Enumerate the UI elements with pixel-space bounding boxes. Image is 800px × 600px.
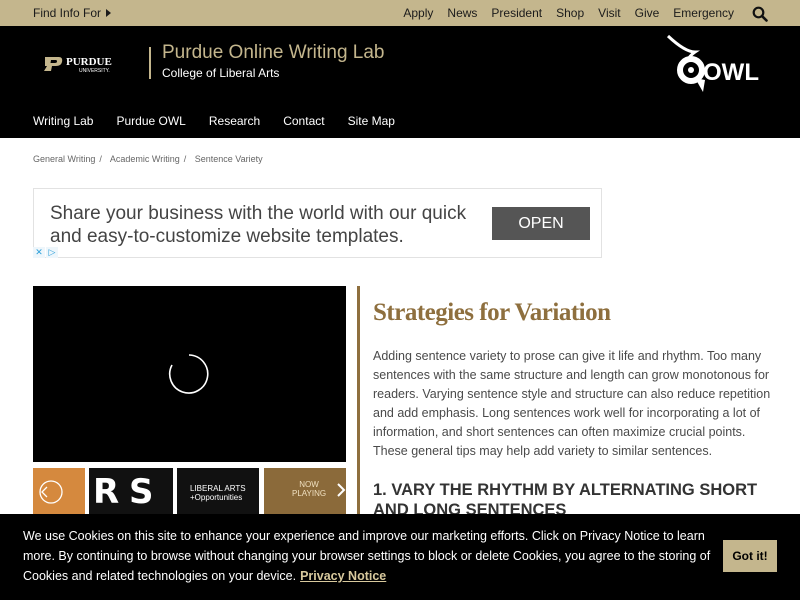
owl-logo-text: OWL	[703, 59, 759, 86]
purdue-logo[interactable]: PURDUE UNIVERSITY.	[43, 54, 133, 74]
breadcrumb: General Writing / Academic Writing / Sente…	[33, 154, 263, 164]
breadcrumb-separator: /	[183, 154, 187, 164]
main-nav: Writing Lab Purdue OWL Research Contact …	[33, 114, 418, 128]
top-link-give[interactable]: Give	[635, 6, 660, 20]
top-link-apply[interactable]: Apply	[403, 6, 433, 20]
top-link-news[interactable]: News	[447, 6, 477, 20]
ad-choices[interactable]: ✕ ▷	[33, 247, 59, 258]
thumb-now-playing-text: NOW PLAYING	[292, 480, 326, 498]
top-links: Apply News President Shop Visit Give Eme…	[389, 6, 734, 20]
loading-spinner-icon	[168, 354, 209, 394]
find-info-for-menu[interactable]: Find Info For	[33, 6, 112, 20]
advertisement[interactable]: Share your business with the world with …	[33, 188, 602, 258]
playlist-prev-icon[interactable]	[38, 479, 64, 505]
thumb-liberal-arts-text: LIBERAL ARTS +Opportunities	[190, 484, 246, 502]
header-divider	[149, 47, 151, 79]
top-link-shop[interactable]: Shop	[556, 6, 584, 20]
content-accent-bar	[357, 286, 360, 526]
thumb-la-line1: LIBERAL ARTS	[190, 484, 246, 493]
nav-writing-lab[interactable]: Writing Lab	[33, 114, 93, 128]
playlist-thumb-3[interactable]: LIBERAL ARTS +Opportunities	[177, 468, 259, 514]
ad-open-button[interactable]: OPEN	[492, 207, 590, 240]
thumb-np-line1: NOW	[299, 480, 319, 489]
nav-research[interactable]: Research	[209, 114, 260, 128]
top-bar: Find Info For Apply News President Shop …	[0, 0, 800, 26]
owl-logo[interactable]: OWL	[665, 34, 763, 96]
breadcrumb-separator: /	[99, 154, 102, 164]
page-title: Strategies for Variation	[373, 299, 611, 326]
nav-site-map[interactable]: Site Map	[348, 114, 395, 128]
cookie-accept-button[interactable]: Got it!	[723, 540, 777, 572]
find-info-label: Find Info For	[33, 6, 102, 20]
video-player[interactable]	[33, 286, 346, 462]
ad-close-icon[interactable]: ✕	[33, 247, 45, 258]
breadcrumb-sentence-variety[interactable]: Sentence Variety	[195, 154, 263, 164]
purdue-university-text: UNIVERSITY.	[79, 68, 110, 74]
lab-title[interactable]: Purdue Online Writing Lab	[162, 42, 385, 64]
playlist-thumb-4[interactable]: NOW PLAYING	[264, 468, 346, 514]
thumb-la-line2: +Opportunities	[190, 493, 243, 502]
video-playlist: R S LIBERAL ARTS +Opportunities NOW PLAY…	[33, 468, 346, 514]
playlist-next-icon[interactable]	[335, 482, 347, 498]
site-header: PURDUE UNIVERSITY. Purdue Online Writing…	[0, 26, 800, 138]
top-link-emergency[interactable]: Emergency	[673, 6, 734, 20]
lab-subtitle[interactable]: College of Liberal Arts	[162, 66, 279, 80]
top-link-president[interactable]: President	[491, 6, 542, 20]
cookie-banner: We use Cookies on this site to enhance y…	[0, 514, 800, 600]
breadcrumb-academic-writing[interactable]: Academic Writing	[110, 154, 180, 164]
thumb-np-line2: PLAYING	[292, 489, 327, 498]
ad-text[interactable]: Share your business with the world with …	[50, 202, 480, 248]
nav-purdue-owl[interactable]: Purdue OWL	[116, 114, 185, 128]
breadcrumb-general-writing[interactable]: General Writing	[33, 154, 95, 164]
playlist-thumb-2[interactable]: R S	[89, 468, 173, 514]
top-link-visit[interactable]: Visit	[598, 6, 620, 20]
intro-paragraph: Adding sentence variety to prose can giv…	[373, 349, 771, 458]
nav-contact[interactable]: Contact	[283, 114, 324, 128]
purdue-wordmark: PURDUE	[66, 56, 112, 68]
ad-choices-icon[interactable]: ▷	[46, 247, 58, 258]
caret-right-icon	[106, 9, 112, 17]
search-icon[interactable]	[752, 6, 768, 22]
cookie-message: We use Cookies on this site to enhance y…	[23, 526, 715, 586]
privacy-notice-link[interactable]: Privacy Notice	[300, 569, 386, 583]
thumb-rs-text: R S	[93, 472, 154, 512]
